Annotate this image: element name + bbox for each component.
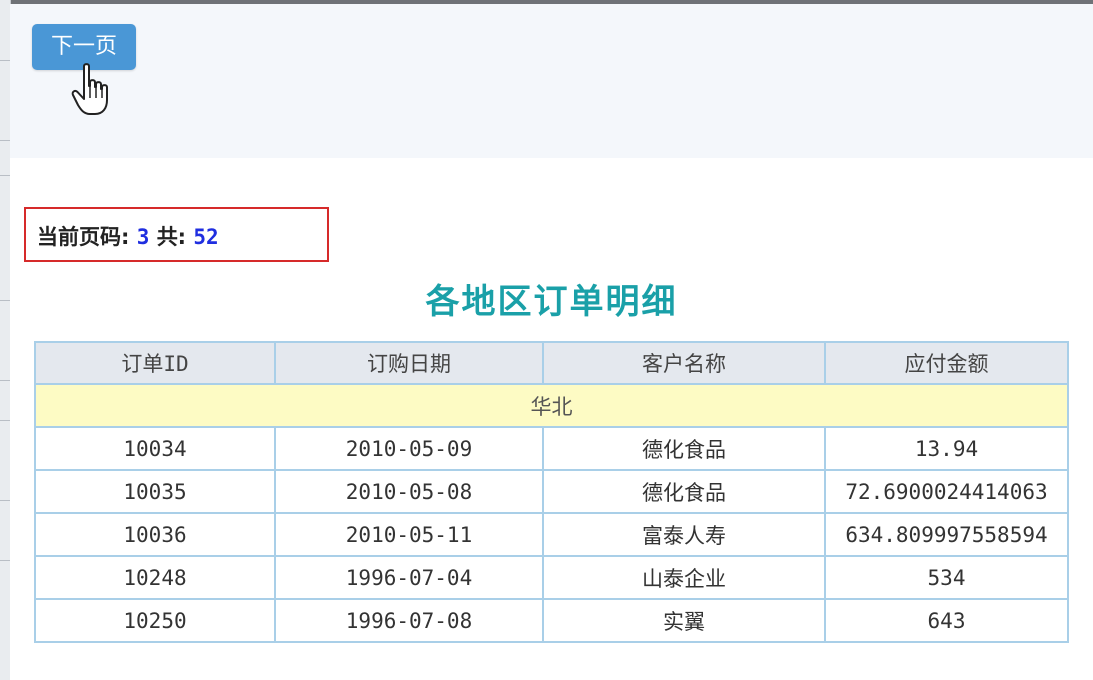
column-header-order-date: 订购日期 [274, 341, 544, 385]
table-row: 10036 2010-05-11 富泰人寿 634.809997558594 [34, 512, 1069, 557]
table-row: 10034 2010-05-09 德化食品 13.94 [34, 426, 1069, 471]
column-header-customer-name: 客户名称 [542, 341, 826, 385]
cell-order-date: 2010-05-08 [274, 469, 544, 514]
total-pages-number: 52 [193, 225, 219, 249]
report-title: 各地区订单明细 [425, 282, 678, 322]
cell-order-date: 1996-07-08 [274, 598, 544, 643]
hand-pointer-icon [71, 63, 108, 115]
current-page-label: 当前页码: [37, 225, 130, 249]
table-header-row: 订单ID 订购日期 客户名称 应付金额 [34, 341, 1069, 385]
column-header-amount-due: 应付金额 [824, 341, 1069, 385]
cell-order-date: 2010-05-09 [274, 426, 544, 471]
cell-customer-name: 山泰企业 [542, 555, 826, 600]
page-info-text: 当前页码: 3 共: 52 [37, 221, 219, 251]
orders-table: 订单ID 订购日期 客户名称 应付金额 华北 10034 2010-05-09 … [34, 341, 1069, 643]
cell-amount-due: 634.809997558594 [824, 512, 1069, 557]
cell-customer-name: 德化食品 [542, 426, 826, 471]
cell-customer-name: 德化食品 [542, 469, 826, 514]
cell-order-date: 1996-07-04 [274, 555, 544, 600]
cell-amount-due: 643 [824, 598, 1069, 643]
table-row: 10035 2010-05-08 德化食品 72.6900024414063 [34, 469, 1069, 514]
total-pages-label: 共: [156, 225, 187, 249]
group-row: 华北 [34, 383, 1069, 428]
cell-order-id: 10036 [34, 512, 276, 557]
cell-amount-due: 72.6900024414063 [824, 469, 1069, 514]
page-info-box: 当前页码: 3 共: 52 [24, 207, 329, 262]
report-preview-frame: 下一页 当前页码: 3 共: 52 各地区订单明细 订单ID 订购日期 客户名称… [10, 4, 1093, 680]
cell-amount-due: 534 [824, 555, 1069, 600]
cell-order-date: 2010-05-11 [274, 512, 544, 557]
cell-order-id: 10250 [34, 598, 276, 643]
group-label: 华北 [34, 383, 1069, 428]
column-header-order-id: 订单ID [34, 341, 276, 385]
table-row: 10250 1996-07-08 实翼 643 [34, 598, 1069, 643]
current-page-number: 3 [136, 225, 150, 249]
table-row: 10248 1996-07-04 山泰企业 534 [34, 555, 1069, 600]
cell-customer-name: 实翼 [542, 598, 826, 643]
cell-order-id: 10034 [34, 426, 276, 471]
cell-order-id: 10248 [34, 555, 276, 600]
cell-order-id: 10035 [34, 469, 276, 514]
toolbar-area: 下一页 [10, 4, 1093, 158]
cell-amount-due: 13.94 [824, 426, 1069, 471]
cell-customer-name: 富泰人寿 [542, 512, 826, 557]
